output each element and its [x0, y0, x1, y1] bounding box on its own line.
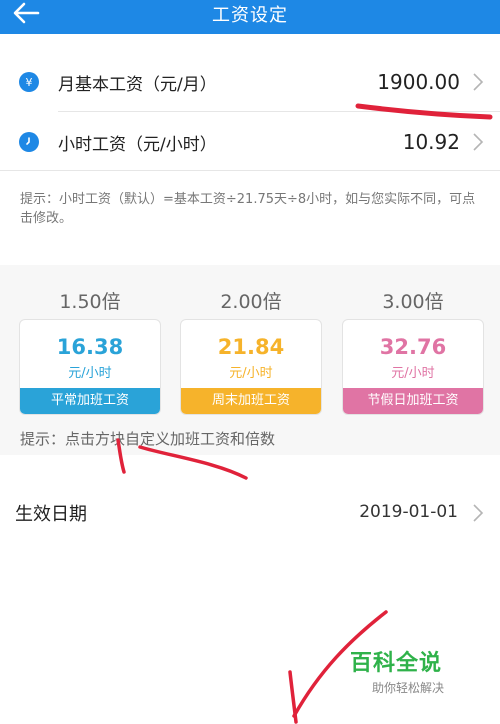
hourly-wage-hint: 提示：小时工资（默认）=基本工资÷21.75天÷8小时，如与您实际不同，可点击修…: [20, 192, 476, 226]
clock-icon: [19, 132, 39, 152]
watermark-subtitle: 助你轻松解决: [372, 681, 445, 695]
overtime-type-label: 平常加班工资: [20, 388, 160, 414]
overtime-type-label: 节假日加班工资: [343, 388, 483, 414]
effective-date-value: 2019-01-01: [359, 502, 458, 522]
hourly-wage-label: 小时工资（元/小时）: [58, 134, 217, 155]
row-divider: [58, 111, 500, 112]
overtime-unit: 元/小时: [391, 366, 435, 381]
hourly-wage-row[interactable]: 小时工资（元/小时） 10.92: [0, 114, 500, 170]
overtime-multiplier: 1.50倍: [59, 291, 121, 313]
overtime-card[interactable]: 21.84 元/小时 周末加班工资: [180, 319, 322, 415]
overtime-section: 1.50倍 16.38 元/小时 平常加班工资 2.00倍 21.84 元/小时…: [0, 265, 500, 455]
yen-icon: ¥: [19, 72, 39, 92]
chevron-right-icon: [473, 133, 484, 151]
monthly-salary-value: 1900.00: [377, 70, 460, 94]
spacer: [0, 472, 500, 480]
overtime-unit: 元/小时: [68, 366, 112, 381]
overtime-hint: 提示：点击方块自定义加班工资和倍数: [20, 430, 276, 448]
overtime-unit: 元/小时: [229, 366, 273, 381]
overtime-type-label: 周末加班工资: [181, 388, 321, 414]
overtime-option-weekend[interactable]: 2.00倍 21.84 元/小时 周末加班工资: [180, 265, 322, 415]
monthly-salary-row[interactable]: ¥ 月基本工资（元/月） 1900.00: [0, 54, 500, 110]
watermark: 百科全说 助你轻松解决: [350, 645, 490, 696]
section-divider: [0, 170, 500, 171]
overtime-card[interactable]: 16.38 元/小时 平常加班工资: [19, 319, 161, 415]
overtime-rate: 21.84: [217, 335, 285, 359]
effective-date-row[interactable]: 生效日期 2019-01-01: [0, 488, 500, 538]
overtime-option-holiday[interactable]: 3.00倍 32.76 元/小时 节假日加班工资: [342, 265, 484, 415]
page-title: 工资设定: [212, 5, 288, 26]
watermark-title: 百科全说: [350, 651, 443, 676]
overtime-rate: 32.76: [379, 335, 447, 359]
effective-date-label: 生效日期: [15, 504, 87, 525]
chevron-right-icon: [473, 73, 484, 91]
overtime-option-weekday[interactable]: 1.50倍 16.38 元/小时 平常加班工资: [19, 265, 161, 415]
hourly-wage-value: 10.92: [402, 130, 460, 154]
monthly-salary-label: 月基本工资（元/月）: [58, 74, 217, 95]
top-bar: 工资设定: [0, 0, 500, 34]
chevron-right-icon: [473, 504, 484, 522]
overtime-multiplier: 2.00倍: [220, 291, 282, 313]
annotation-arrow-stroke: [288, 670, 298, 724]
overtime-multiplier: 3.00倍: [382, 291, 444, 313]
overtime-card[interactable]: 32.76 元/小时 节假日加班工资: [342, 319, 484, 415]
overtime-rate: 16.38: [56, 335, 124, 359]
